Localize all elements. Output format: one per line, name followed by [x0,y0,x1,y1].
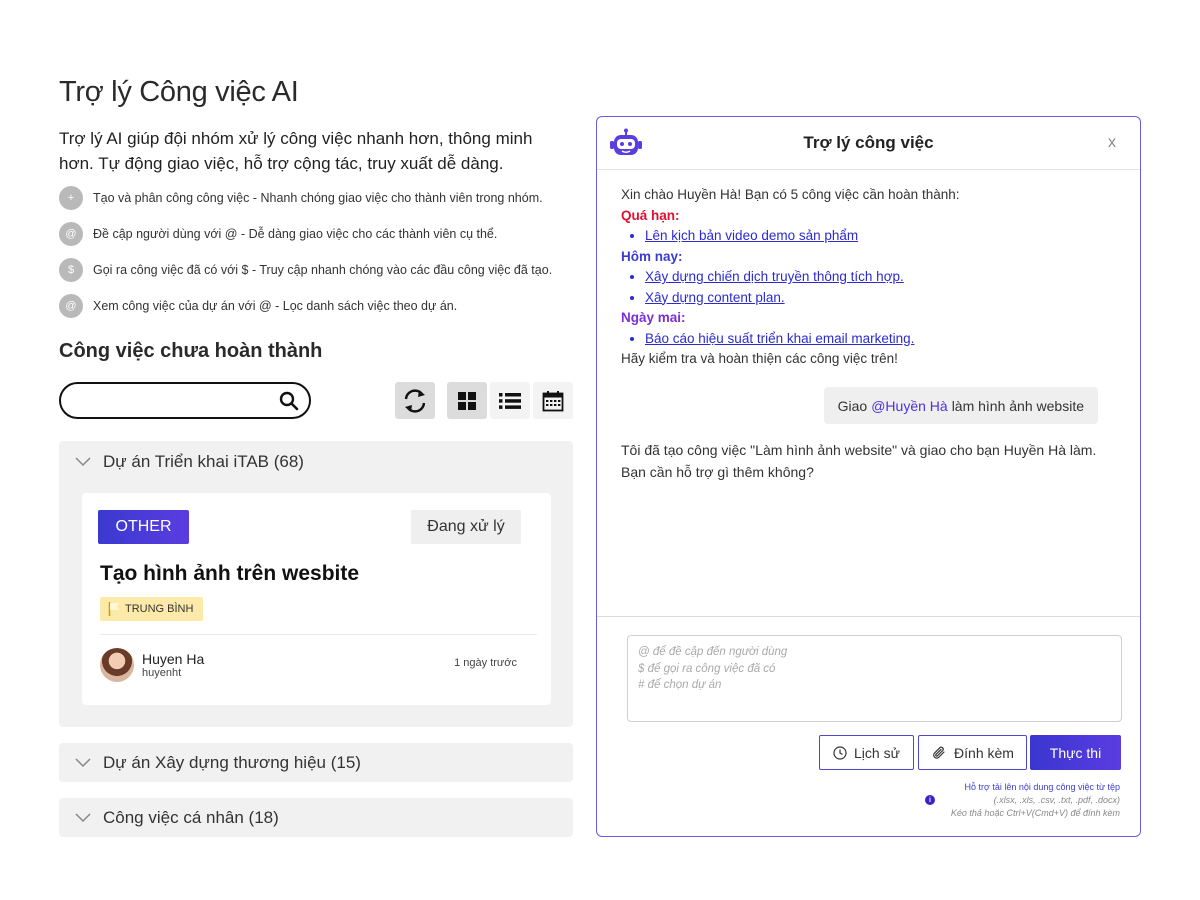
calendar-view-button[interactable] [533,382,573,419]
priority-label: TRUNG BÌNH [125,603,194,615]
closing-text: Hãy kiểm tra và hoàn thiện các công việc… [621,351,898,366]
project-group-label: Dự án Xây dựng thương hiệu (15) [103,752,361,772]
project-group-header[interactable]: Công việc cá nhân (18) [59,798,573,837]
project-group[interactable]: Dự án Xây dựng thương hiệu (15) [59,743,573,782]
upload-note-hint: Kéo thả hoặc Ctrl+V(Cmd+V) để đính kèm [950,808,1120,818]
today-label: Hôm nay: [621,248,683,264]
feature-list: + Tạo và phân công công việc - Nhanh chó… [59,186,579,330]
task-timestamp: 1 ngày trước [454,657,517,669]
assignee-name: Huyen Ha [142,651,205,667]
feature-item: @ Đề cập người dùng với @ - Dễ dàng giao… [59,222,579,246]
dollar-icon: $ [59,258,83,282]
upload-note-formats: (.xlsx, .xls, .csv, .txt, .pdf, .docx) [993,795,1120,805]
project-group-header[interactable]: Dự án Xây dựng thương hiệu (15) [59,743,573,782]
feature-text: Tạo và phân công công việc - Nhanh chóng… [93,191,543,205]
run-button[interactable]: Thực thi [1030,735,1121,770]
page-title: Trợ lý Công việc AI [59,76,299,108]
feature-item: @ Xem công việc của dự án với @ - Lọc da… [59,294,579,318]
task-link[interactable]: Xây dựng chiến dịch truyền thông tích hợ… [645,267,1121,288]
feature-text: Xem công việc của dự án với @ - Lọc danh… [93,299,458,313]
attach-label: Đính kèm [954,744,1014,761]
upload-note: Hỗ trợ tải lên nội dung công việc từ tệp… [951,781,1120,820]
task-card[interactable]: OTHER Đang xử lý Tạo hình ảnh trên wesbi… [82,493,551,705]
user-message-rest: làm hình ảnh website [951,397,1084,414]
project-group-label: Dự án Triển khai iTAB (68) [103,451,304,471]
priority-badge: TRUNG BÌNH [100,597,204,621]
category-tag: OTHER [98,510,189,544]
paperclip-icon [933,746,945,759]
chat-input[interactable] [627,635,1122,722]
project-group: Dự án Triển khai iTAB (68) OTHER Đang xử… [59,441,573,727]
section-title: Công việc chưa hoàn thành [59,340,323,362]
search-input[interactable] [75,390,275,412]
chevron-down-icon [75,456,91,466]
task-link[interactable]: Xây dựng content plan. [645,288,1121,309]
list-icon [499,392,521,409]
user-message-prefix: Giao [837,397,868,414]
plus-icon: + [59,186,83,210]
bot-reply: Tôi đã tạo công việc "Làm hình ảnh websi… [621,442,1097,480]
user-message: Giao @Huyền Hà làm hình ảnh website [823,387,1098,424]
tomorrow-label: Ngày mai: [621,310,686,325]
page-description: Trợ lý AI giúp đội nhóm xử lý công việc … [59,129,533,173]
feature-text: Gọi ra công việc đã có với $ - Truy cập … [93,263,553,277]
feature-item: $ Gọi ra công việc đã có với $ - Truy cậ… [59,258,579,282]
chevron-down-icon [75,812,91,822]
search-box [59,382,311,419]
upload-note-title: Hỗ trợ tải lên nội dung công việc từ tệp [964,782,1120,792]
attach-button[interactable]: Đính kèm [918,735,1027,770]
refresh-button[interactable] [395,382,435,419]
refresh-icon [404,388,426,413]
status-badge[interactable]: Đang xử lý [411,510,521,544]
grid-icon [458,391,476,410]
avatar [100,648,134,682]
project-group[interactable]: Công việc cá nhân (18) [59,798,573,837]
calendar-icon [542,390,564,411]
clock-icon [833,745,847,760]
divider [597,616,1140,617]
chat-panel: Trợ lý công việc x Xin chào Huyền Hà! Bạ… [596,116,1141,837]
chat-header: Trợ lý công việc x [597,117,1140,170]
close-button[interactable]: x [1108,134,1116,152]
task-link[interactable]: Báo cáo hiệu suất triển khai email marke… [645,329,1121,350]
task-link[interactable]: Lên kịch bản video demo sản phẩm [645,226,1121,247]
greeting-text: Xin chào Huyền Hà! Bạn có 5 công việc cầ… [621,187,960,202]
grid-view-button[interactable] [447,382,487,419]
project-group-label: Công việc cá nhân (18) [103,807,279,827]
overdue-label: Quá hạn: [621,207,680,223]
feature-item: + Tạo và phân công công việc - Nhanh chó… [59,186,579,210]
info-icon: i [925,795,935,805]
chat-title: Trợ lý công việc [803,133,934,152]
project-group-header[interactable]: Dự án Triển khai iTAB (68) [59,441,573,482]
chevron-down-icon [75,757,91,767]
feature-text: Đề cập người dùng với @ - Dễ dàng giao v… [93,227,498,241]
list-view-button[interactable] [490,382,530,419]
flag-icon [108,602,119,616]
at-icon: @ [59,294,83,318]
assignee-handle: huyenht [142,667,182,679]
task-title: Tạo hình ảnh trên wesbite [100,562,360,585]
user-mention[interactable]: @Huyền Hà [871,398,947,414]
divider [100,634,537,635]
search-icon[interactable] [279,391,299,411]
bot-message: Xin chào Huyền Hà! Bạn có 5 công việc cầ… [621,185,1121,370]
history-button[interactable]: Lịch sử [819,735,914,770]
history-label: Lịch sử [854,744,900,761]
at-icon: @ [59,222,83,246]
